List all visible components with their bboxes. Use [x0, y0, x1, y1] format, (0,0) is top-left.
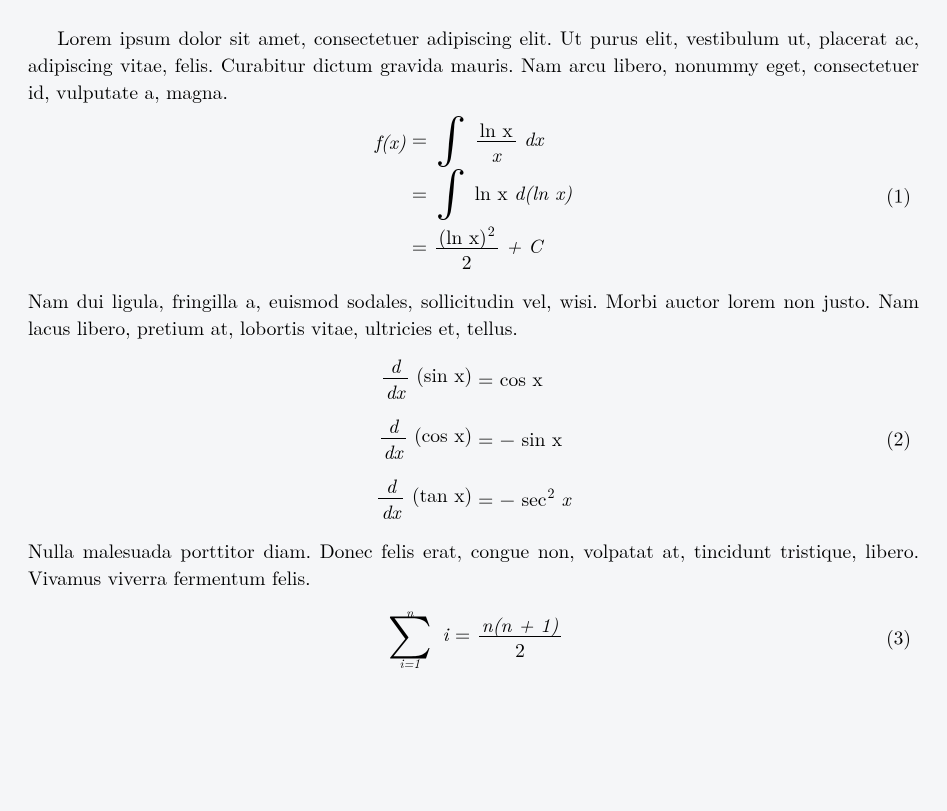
sigma-icon: ∑	[388, 618, 432, 656]
eq1-frac1: ln x x	[477, 119, 516, 165]
equals-sign: =	[412, 178, 434, 206]
equation-number-3: (3)	[886, 623, 911, 650]
integral-icon: ∫	[436, 123, 467, 155]
eq2-r2a: = −	[478, 424, 515, 452]
equation-3: n ∑ i=1 i = n(n + 1) 2 (3)	[28, 605, 919, 669]
equation-number-1: (1)	[886, 182, 911, 209]
eq1-lhs: f(x)	[375, 127, 406, 155]
eq1-dx: dx	[524, 124, 543, 152]
paragraph-3: Nulla malesuada porttitor diam. Donec fe…	[28, 537, 919, 591]
eq3-den: 2	[512, 637, 528, 659]
eq1-line2-lnx: ln x	[475, 178, 508, 206]
ddx-den: dx	[383, 379, 408, 401]
eq3-rhs-frac: n(n + 1) 2	[479, 614, 562, 660]
equals-sign: =	[412, 231, 434, 259]
integral-icon: ∫	[436, 176, 467, 208]
paragraph-1: Lorem ipsum dolor sit amet, consectetuer…	[28, 24, 919, 105]
eq1-lnx2-base: (ln x)	[439, 222, 487, 250]
eq1-line2-dlnx: d(ln x)	[514, 178, 572, 206]
ddx-num: d	[383, 475, 399, 497]
tanx: (tan x)	[412, 480, 472, 508]
cosx: (cos x)	[414, 420, 472, 448]
eq2-r1: = cos x	[478, 365, 570, 392]
eq3-num: n(n + 1)	[479, 614, 562, 636]
ddx-den: dx	[378, 499, 403, 521]
eq1-frac3-num: (ln x)2	[436, 226, 498, 248]
summation-icon: n ∑ i=1	[388, 605, 432, 669]
equation-number-2: (2)	[886, 425, 911, 452]
sum-lower: i=1	[399, 656, 420, 669]
eq1-frac1-den: x	[489, 142, 504, 164]
sinx: (sin x)	[416, 360, 472, 388]
ddx-2: d dx	[381, 415, 406, 461]
eq2-r3a: = −	[478, 484, 515, 512]
equals-sign: =	[412, 124, 434, 152]
eq2-sec: sec	[521, 484, 546, 512]
eq1-frac3-den: 2	[459, 249, 475, 271]
equals-sign: =	[455, 619, 477, 647]
ddx-num: d	[387, 355, 403, 377]
equation-2: d dx (sin x) = cos x d dx (cos x) = − si…	[28, 355, 919, 521]
eq1-lnx2-exp: 2	[488, 221, 495, 241]
eq1-lnx-num: ln x	[480, 115, 513, 143]
paragraph-2: Nam dui ligula, fringilla a, euismod sod…	[28, 287, 919, 341]
ddx-den: dx	[381, 439, 406, 461]
eq2-r2b: sin x	[521, 424, 562, 452]
ddx-3: d dx	[378, 475, 403, 521]
ddx-1: d dx	[383, 355, 408, 401]
sum-term: i	[442, 619, 448, 647]
equation-1: f(x) = ∫ ln x x dx = ∫ ln x d(ln x) =	[28, 119, 919, 272]
ddx-num: d	[385, 415, 401, 437]
eq1-lhs-text: f(x)	[375, 127, 406, 155]
eq1-frac1-num: ln x	[477, 119, 516, 141]
eq2-sec-x: x	[554, 484, 570, 512]
eq1-frac3: (ln x)2 2	[436, 226, 498, 272]
eq1-plus-c: + C	[506, 231, 542, 259]
